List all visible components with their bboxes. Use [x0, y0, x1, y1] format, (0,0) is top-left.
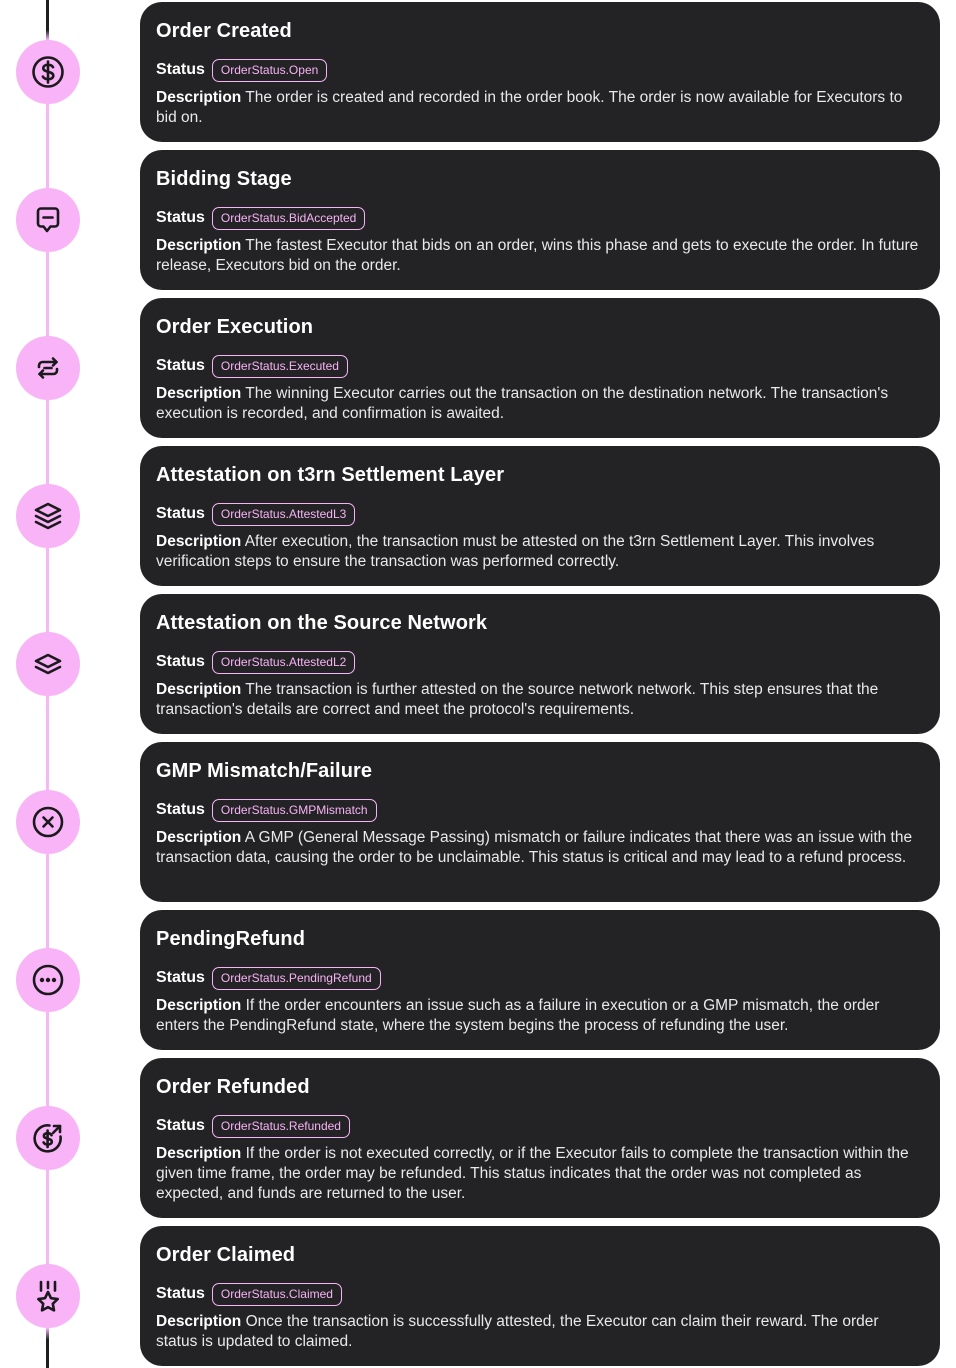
stage-title: Order Claimed: [156, 1244, 296, 1266]
description-text: The order is created and recorded in the…: [156, 89, 903, 126]
stage-description: Description The fastest Executor that bi…: [156, 236, 924, 276]
status-label: Status: [156, 357, 205, 374]
stage-title: Order Execution: [156, 316, 314, 338]
stage-description: Description Once the transaction is succ…: [156, 1312, 924, 1352]
stage-card: GMP Mismatch/Failure Status OrderStatus.…: [140, 742, 940, 902]
status-badge: OrderStatus.GMPMismatch: [211, 798, 377, 822]
stage-title: Order Refunded: [156, 1076, 310, 1098]
description-label: Description: [156, 385, 242, 402]
status-badge: OrderStatus.AttestedL2: [211, 650, 356, 674]
status-badge: OrderStatus.AttestedL3: [211, 502, 356, 526]
status-label: Status: [156, 653, 205, 670]
status-badge: OrderStatus.Claimed: [211, 1282, 342, 1306]
status-badge: OrderStatus.BidAccepted: [211, 206, 366, 230]
stage-description: Description The transaction is further a…: [156, 680, 924, 720]
stage-card: Order Created Status OrderStatus.Open De…: [140, 2, 940, 142]
description-text: The winning Executor carries out the tra…: [156, 385, 889, 422]
status-label: Status: [156, 61, 205, 78]
status-row: Status OrderStatus.BidAccepted: [156, 206, 924, 230]
stage-card: Order Claimed Status OrderStatus.Claimed…: [140, 1226, 940, 1366]
description-text: After execution, the transaction must be…: [156, 533, 875, 570]
description-label: Description: [156, 681, 242, 698]
stage-title: Attestation on t3rn Settlement Layer: [156, 464, 505, 486]
description-text: Once the transaction is successfully att…: [156, 1313, 879, 1350]
description-label: Description: [156, 1313, 242, 1330]
stage-description: Description The order is created and rec…: [156, 88, 924, 128]
stage-card: Order Refunded Status OrderStatus.Refund…: [140, 1058, 940, 1218]
coins-refund-icon: [16, 1106, 80, 1170]
status-badge: OrderStatus.Open: [211, 58, 328, 82]
layers-three-icon: [16, 484, 80, 548]
description-text: If the order encounters an issue such as…: [156, 997, 880, 1034]
repeat-icon: [16, 336, 80, 400]
status-badge: OrderStatus.Executed: [211, 354, 348, 378]
status-row: Status OrderStatus.GMPMismatch: [156, 798, 924, 822]
status-row: Status OrderStatus.AttestedL2: [156, 650, 924, 674]
stage-title: Order Created: [156, 20, 292, 42]
description-label: Description: [156, 997, 242, 1014]
stage-description: Description After execution, the transac…: [156, 532, 924, 572]
status-label: Status: [156, 801, 205, 818]
status-row: Status OrderStatus.Open: [156, 58, 924, 82]
status-row: Status OrderStatus.Claimed: [156, 1282, 924, 1306]
message-minus-icon: [16, 188, 80, 252]
stage-description: Description If the order is not executed…: [156, 1144, 924, 1204]
x-circle-icon: [16, 790, 80, 854]
description-text: If the order is not executed correctly, …: [156, 1145, 909, 1202]
stage-description: Description If the order encounters an i…: [156, 996, 924, 1036]
stage-card: Bidding Stage Status OrderStatus.BidAcce…: [140, 150, 940, 290]
status-row: Status OrderStatus.Executed: [156, 354, 924, 378]
description-label: Description: [156, 829, 242, 846]
description-label: Description: [156, 533, 242, 550]
description-label: Description: [156, 237, 242, 254]
status-row: Status OrderStatus.PendingRefund: [156, 966, 924, 990]
status-row: Status OrderStatus.AttestedL3: [156, 502, 924, 526]
description-label: Description: [156, 1145, 242, 1162]
dollar-circle-icon: [16, 40, 80, 104]
status-label: Status: [156, 209, 205, 226]
status-label: Status: [156, 1285, 205, 1302]
stage-card: PendingRefund Status OrderStatus.Pending…: [140, 910, 940, 1050]
status-label: Status: [156, 1117, 205, 1134]
description-text: The transaction is further attested on t…: [156, 681, 879, 718]
stage-title: PendingRefund: [156, 928, 306, 950]
stage-title: GMP Mismatch/Failure: [156, 760, 373, 782]
description-text: The fastest Executor that bids on an ord…: [156, 237, 919, 274]
award-star-icon: [16, 1264, 80, 1328]
stage-card: Attestation on t3rn Settlement Layer Sta…: [140, 446, 940, 586]
stage-description: Description The winning Executor carries…: [156, 384, 924, 424]
description-text: A GMP (General Message Passing) mismatch…: [156, 829, 913, 866]
description-label: Description: [156, 89, 242, 106]
stage-description: Description A GMP (General Message Passi…: [156, 828, 924, 868]
layers-two-icon: [16, 632, 80, 696]
dots-circle-icon: [16, 948, 80, 1012]
stage-title: Attestation on the Source Network: [156, 612, 488, 634]
status-label: Status: [156, 505, 205, 522]
stage-card: Attestation on the Source Network Status…: [140, 594, 940, 734]
status-badge: OrderStatus.PendingRefund: [211, 966, 381, 990]
stage-title: Bidding Stage: [156, 168, 292, 190]
stage-card: Order Execution Status OrderStatus.Execu…: [140, 298, 940, 438]
status-label: Status: [156, 969, 205, 986]
status-row: Status OrderStatus.Refunded: [156, 1114, 924, 1138]
status-badge: OrderStatus.Refunded: [211, 1114, 350, 1138]
